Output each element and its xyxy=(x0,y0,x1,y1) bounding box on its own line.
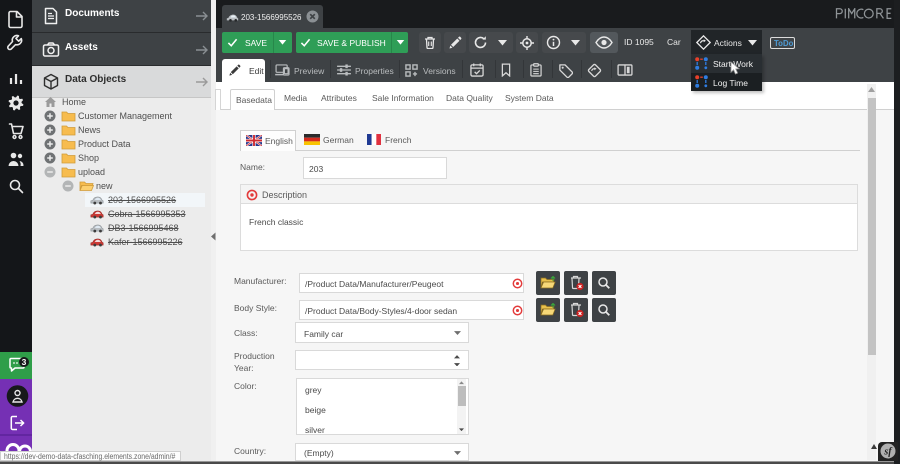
svg-text:3: 3 xyxy=(22,357,27,367)
